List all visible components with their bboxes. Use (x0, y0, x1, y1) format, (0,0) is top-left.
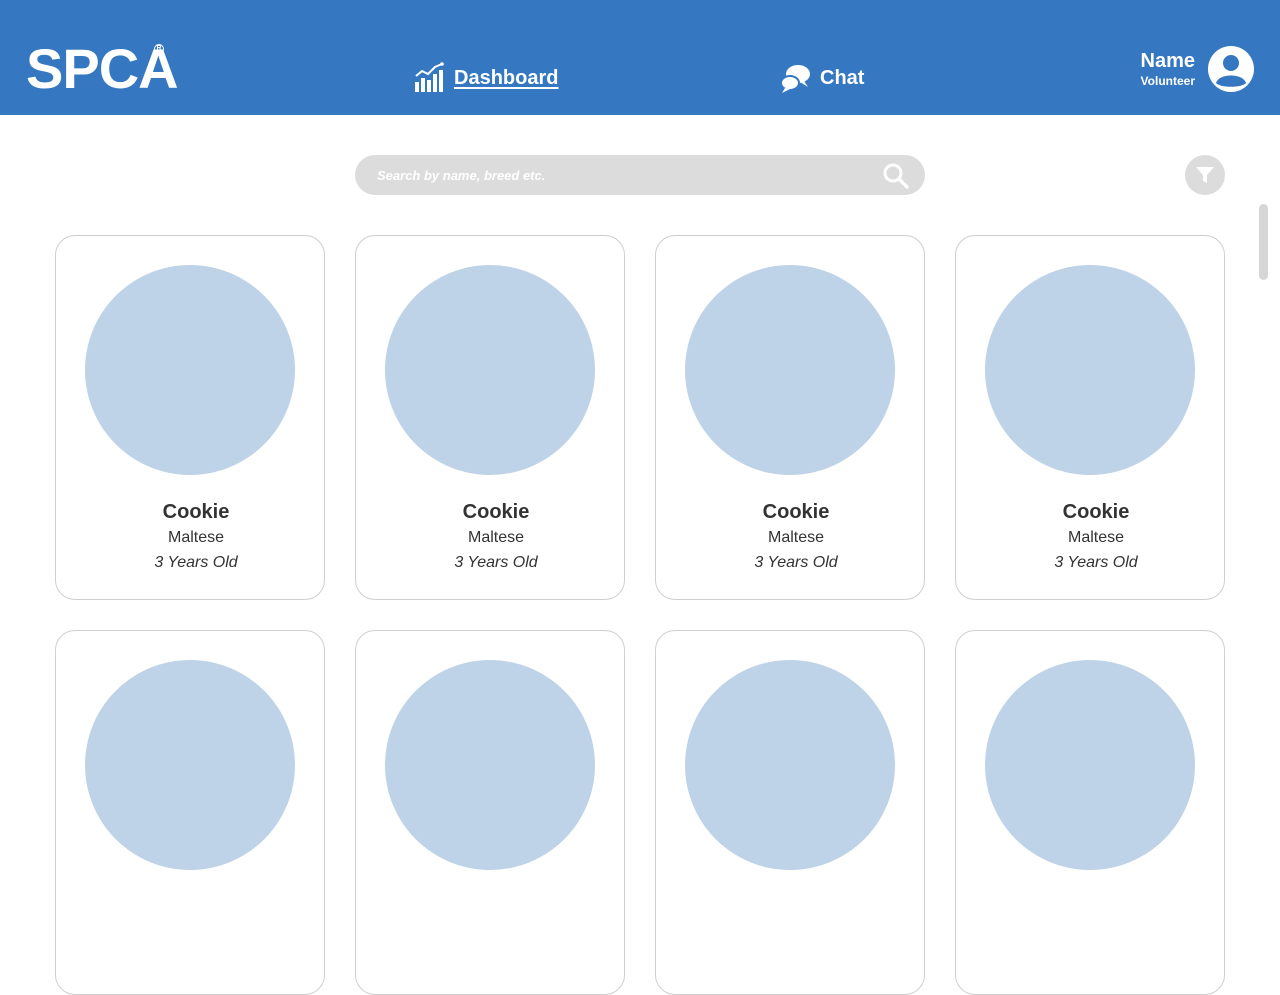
registered-mark-icon: R (154, 44, 164, 54)
nav-dashboard[interactable]: Dashboard (414, 60, 558, 96)
pet-photo (685, 660, 895, 870)
chat-bubbles-icon (780, 65, 810, 93)
pet-name: Cookie (162, 501, 230, 523)
pet-photo (685, 265, 895, 475)
filter-button[interactable] (1185, 155, 1225, 195)
pet-card[interactable] (355, 630, 625, 995)
pet-photo (385, 660, 595, 870)
pet-breed: Maltese (1067, 529, 1125, 546)
pet-card[interactable]: Cookie Maltese 3 Years Old (55, 235, 325, 600)
pet-card[interactable] (955, 630, 1225, 995)
nav-chat[interactable]: Chat (780, 60, 864, 96)
filter-icon (1196, 167, 1214, 183)
pet-card[interactable] (55, 630, 325, 995)
bar-chart-icon (415, 62, 444, 92)
pet-card[interactable] (655, 630, 925, 995)
search-input[interactable] (375, 155, 865, 195)
pet-photo (85, 660, 295, 870)
nav-dashboard-label: Dashboard (454, 66, 559, 89)
pet-photo (985, 265, 1195, 475)
nav-chat-label: Chat (820, 66, 865, 89)
pet-age: 3 Years Old (454, 554, 538, 571)
pet-breed: Maltese (167, 529, 225, 546)
pet-name: Cookie (1062, 501, 1130, 523)
pet-name: Cookie (462, 501, 530, 523)
user-avatar-icon[interactable] (1207, 45, 1255, 93)
user-name: Name (1140, 50, 1195, 72)
pet-age: 3 Years Old (154, 554, 238, 571)
pet-photo (85, 265, 295, 475)
user-info: Name Volunteer (1141, 49, 1195, 89)
pet-grid: Cookie Maltese 3 Years Old Cookie Maltes… (55, 235, 1225, 995)
pet-age: 3 Years Old (754, 554, 838, 571)
scrollbar-thumb[interactable] (1259, 204, 1268, 280)
search-icon[interactable] (882, 162, 909, 189)
pet-name: Cookie (762, 501, 830, 523)
user-menu[interactable]: Name Volunteer (1141, 45, 1255, 93)
pet-age: 3 Years Old (1054, 554, 1138, 571)
pet-card[interactable]: Cookie Maltese 3 Years Old (955, 235, 1225, 600)
pet-card[interactable]: Cookie Maltese 3 Years Old (355, 235, 625, 600)
pet-photo (985, 660, 1195, 870)
pet-photo (385, 265, 595, 475)
user-role: Volunteer (1140, 74, 1195, 88)
pet-breed: Maltese (467, 529, 525, 546)
top-header: SPCA R Dashboard Chat Name Volunteer (0, 0, 1280, 115)
pet-card[interactable]: Cookie Maltese 3 Years Old (655, 235, 925, 600)
search-bar (355, 155, 925, 195)
pet-breed: Maltese (767, 529, 825, 546)
